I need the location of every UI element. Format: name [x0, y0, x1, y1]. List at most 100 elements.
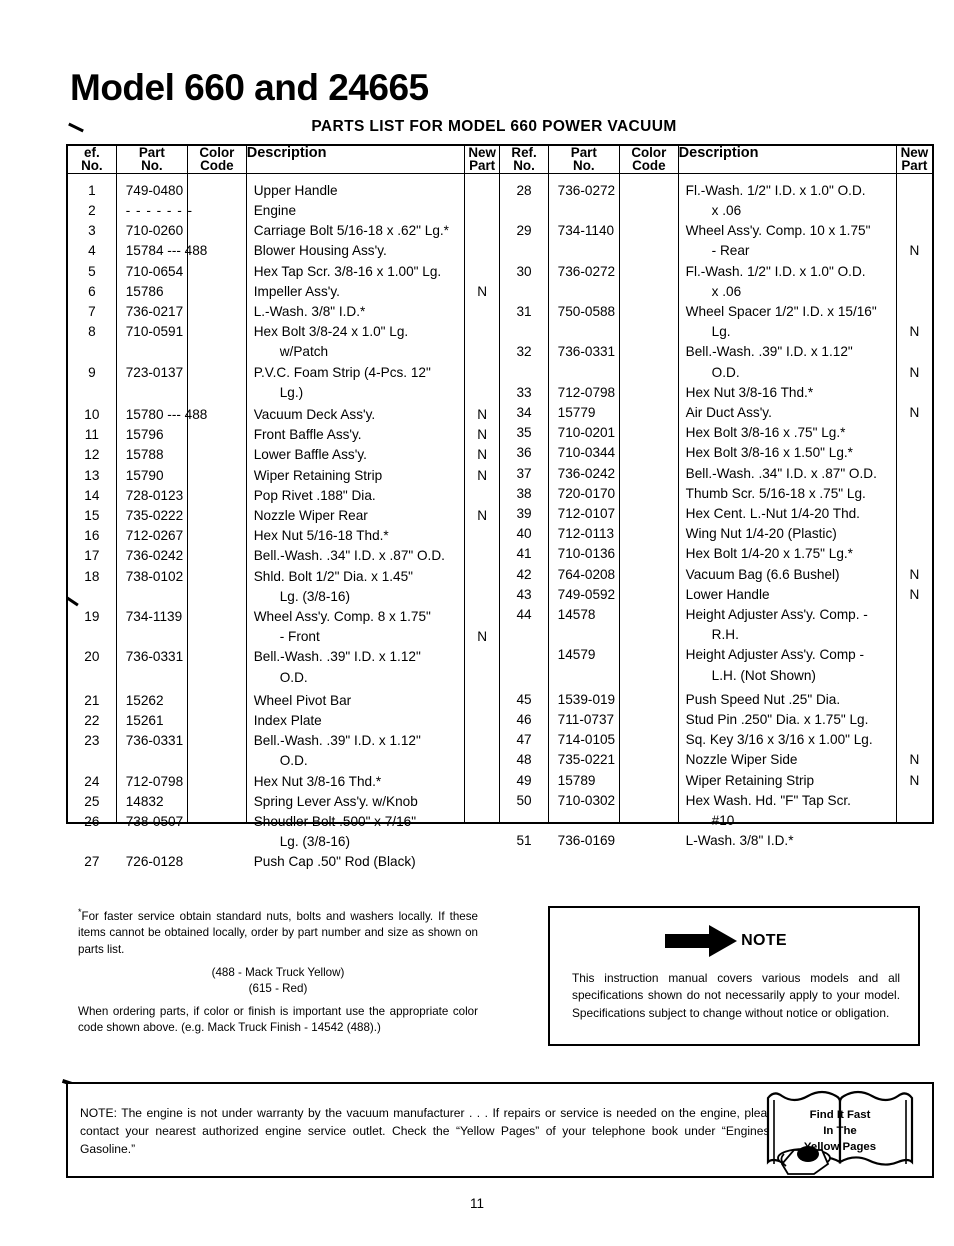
color-code-615: (615 - Red) [248, 981, 308, 995]
cell-part-no: 710-0136 [557, 546, 616, 562]
cell-description: L-Wash. 3/8" I.D.* [685, 833, 794, 849]
cell-part-no: 15779 [557, 405, 596, 420]
cell-ref-no: 15 [84, 508, 100, 523]
cell-part-no: 15789 [557, 772, 596, 788]
cell-description: Hex Wash. Hd. "F" Tap Scr. [685, 792, 851, 808]
cell-ref-no: 31 [516, 304, 532, 319]
cell-part-no: 712-0798 [125, 773, 184, 789]
cell-part-no: 736-0242 [557, 465, 616, 481]
cell-part-no: 734-1139 [125, 609, 183, 624]
cell-ref-no: 30 [516, 263, 532, 279]
cell-description: Lg. [711, 324, 731, 340]
cell-ref-no: 19 [84, 609, 100, 624]
cell-description: Bell.-Wash. .39" I.D. x 1.12" [253, 649, 421, 665]
cell-description: Air Duct Ass'y. [685, 405, 772, 420]
cell-new-part: N [477, 508, 488, 523]
cell-description: Lower Handle [685, 586, 770, 602]
cell-part-no: 736-0272 [557, 182, 616, 198]
cell-part-no: 735-0222 [125, 508, 184, 523]
cell-ref-no: 8 [88, 324, 96, 340]
cell-ref-no: 50 [516, 792, 532, 808]
cell-description: Front Baffle Ass'y. [253, 427, 362, 443]
cell-part-no: 712-0107 [557, 506, 616, 521]
cell-ref-no: 25 [84, 793, 100, 809]
cell-description: #10 [711, 813, 735, 828]
cell-part-no: 735-0221 [557, 752, 616, 768]
cell-description: Lg. (3/8-16) [279, 588, 350, 604]
cell-part-no: 736-0331 [125, 733, 184, 749]
cell-description: Pop Rivet .188" Dia. [253, 487, 376, 503]
cell-part-no: 728-0123 [125, 487, 184, 503]
cell-description: Index Plate [253, 713, 322, 728]
cell-part-no: 15790 [125, 467, 164, 483]
note-box: NOTE This instruction manual covers vari… [548, 906, 920, 1046]
header-new-part-left: New Part [464, 146, 501, 174]
cell-part-no: - - - - - - - [125, 203, 194, 218]
cell-part-no: 738-0507 [125, 814, 184, 829]
cell-description: Hex Nut 5/16-18 Thd.* [253, 528, 389, 544]
cell-description: Stud Pin .250" Dia. x 1.75" Lg. [685, 712, 869, 727]
cell-part-no: 15262 [125, 692, 164, 708]
cell-part-no: 723-0137 [125, 364, 184, 380]
cell-description: Spring Lever Ass'y. w/Knob [253, 793, 418, 809]
cell-description: R.H. [711, 627, 739, 643]
cell-description: Wheel Pivot Bar [253, 692, 352, 708]
cell-ref-no: 21 [84, 692, 100, 708]
parts-table-body: 1 2 3 4 5 6 7 8 9 10 11 12 13 14 15 16 17 18 19 20 21 22 23 24 2… [68, 173, 932, 869]
cell-description: Wheel Ass'y. Comp. 8 x 1.75" [253, 609, 431, 624]
cell-description: Wing Nut 1/4-20 (Plastic) [685, 526, 837, 542]
cell-description: Wheel Ass'y. Comp. 10 x 1.75" [685, 223, 871, 239]
cell-ref-no: 11 [84, 427, 99, 443]
cell-part-no: 14579 [557, 647, 596, 663]
cell-ref-no: 1 [88, 182, 96, 198]
cell-new-part: N [477, 407, 488, 422]
yp-line-1: Find It Fast [809, 1109, 871, 1121]
cell-description: O.D. [279, 753, 308, 769]
cell-part-no: 712-0798 [557, 384, 616, 400]
column-part-no-right: 736-0272 734-1140 736-0272 750-0588 736-0331… [548, 173, 620, 848]
cell-part-no: 711-0737 [557, 712, 615, 727]
warranty-note-text: NOTE: The engine is not under warranty b… [80, 1106, 780, 1157]
cell-description: - Front [279, 629, 320, 645]
cell-ref-no: 38 [516, 485, 532, 501]
cell-ref-no: 34 [516, 405, 532, 420]
note-text: This instruction manual covers various m… [572, 971, 900, 1020]
header-color-code-left: Color Code [187, 146, 247, 174]
cell-ref-no: 9 [88, 364, 96, 380]
yellow-pages-caption: Find It Fast In The Yellow Pages [764, 1107, 916, 1156]
cell-description: Push Cap .50" Rod (Black) [253, 854, 416, 870]
cell-ref-no: 24 [84, 773, 100, 789]
cell-part-no: 14832 [125, 793, 164, 809]
right-arrow-icon [665, 925, 738, 957]
cell-ref-no: 43 [516, 586, 532, 602]
column-description-right: Fl.-Wash. 1/2" I.D. x 1.0" O.D. x .06 Whee… [678, 173, 897, 848]
cell-description: Fl.-Wash. 1/2" I.D. x 1.0" O.D. [685, 263, 866, 279]
cell-description: Height Adjuster Ass'y. Comp - [685, 647, 865, 663]
column-new-part-right: NNNNNNNN [896, 173, 932, 822]
document-page: Model 660 and 24665 PARTS LIST FOR MODEL… [0, 0, 954, 1246]
cell-description: L.H. (Not Shown) [711, 667, 816, 683]
cell-description: P.V.C. Foam Strip (4-Pcs. 12" [253, 364, 431, 380]
cell-part-no: 15784 --- 488 [125, 243, 208, 259]
cell-description: Upper Handle [253, 182, 338, 198]
cell-ref-no: 41 [516, 546, 532, 562]
cell-new-part: N [477, 467, 488, 483]
parts-list-caption: PARTS LIST FOR MODEL 660 POWER VACUUM [311, 118, 677, 135]
cell-ref-no: 35 [516, 425, 532, 441]
parts-table: ef. No. Part No. Color Code Description … [66, 144, 934, 869]
column-ref-no-left: 1 2 3 4 5 6 7 8 9 10 11 12 13 14 15 16 17 18 19 20 21 22 23 24 2… [68, 173, 117, 869]
cell-part-no: 710-0302 [557, 792, 616, 808]
cell-ref-no: 18 [84, 568, 100, 584]
cell-ref-no: 26 [84, 814, 100, 829]
cell-part-no: 720-0170 [557, 485, 616, 501]
cell-part-no: 712-0267 [125, 528, 184, 544]
cell-ref-no: 28 [516, 182, 532, 198]
cell-description: w/Patch [279, 344, 329, 360]
cell-part-no: 736-0331 [557, 344, 616, 360]
cell-description: O.D. [711, 364, 740, 380]
cell-description: Wheel Spacer 1/2" I.D. x 15/16" [685, 304, 877, 319]
cell-new-part: N [909, 364, 920, 380]
cell-description: Hex Cent. L.-Nut 1/4-20 Thd. [685, 506, 860, 521]
page-title: Model 660 and 24665 [70, 66, 429, 108]
yp-line-3: Yellow Pages [803, 1141, 877, 1154]
